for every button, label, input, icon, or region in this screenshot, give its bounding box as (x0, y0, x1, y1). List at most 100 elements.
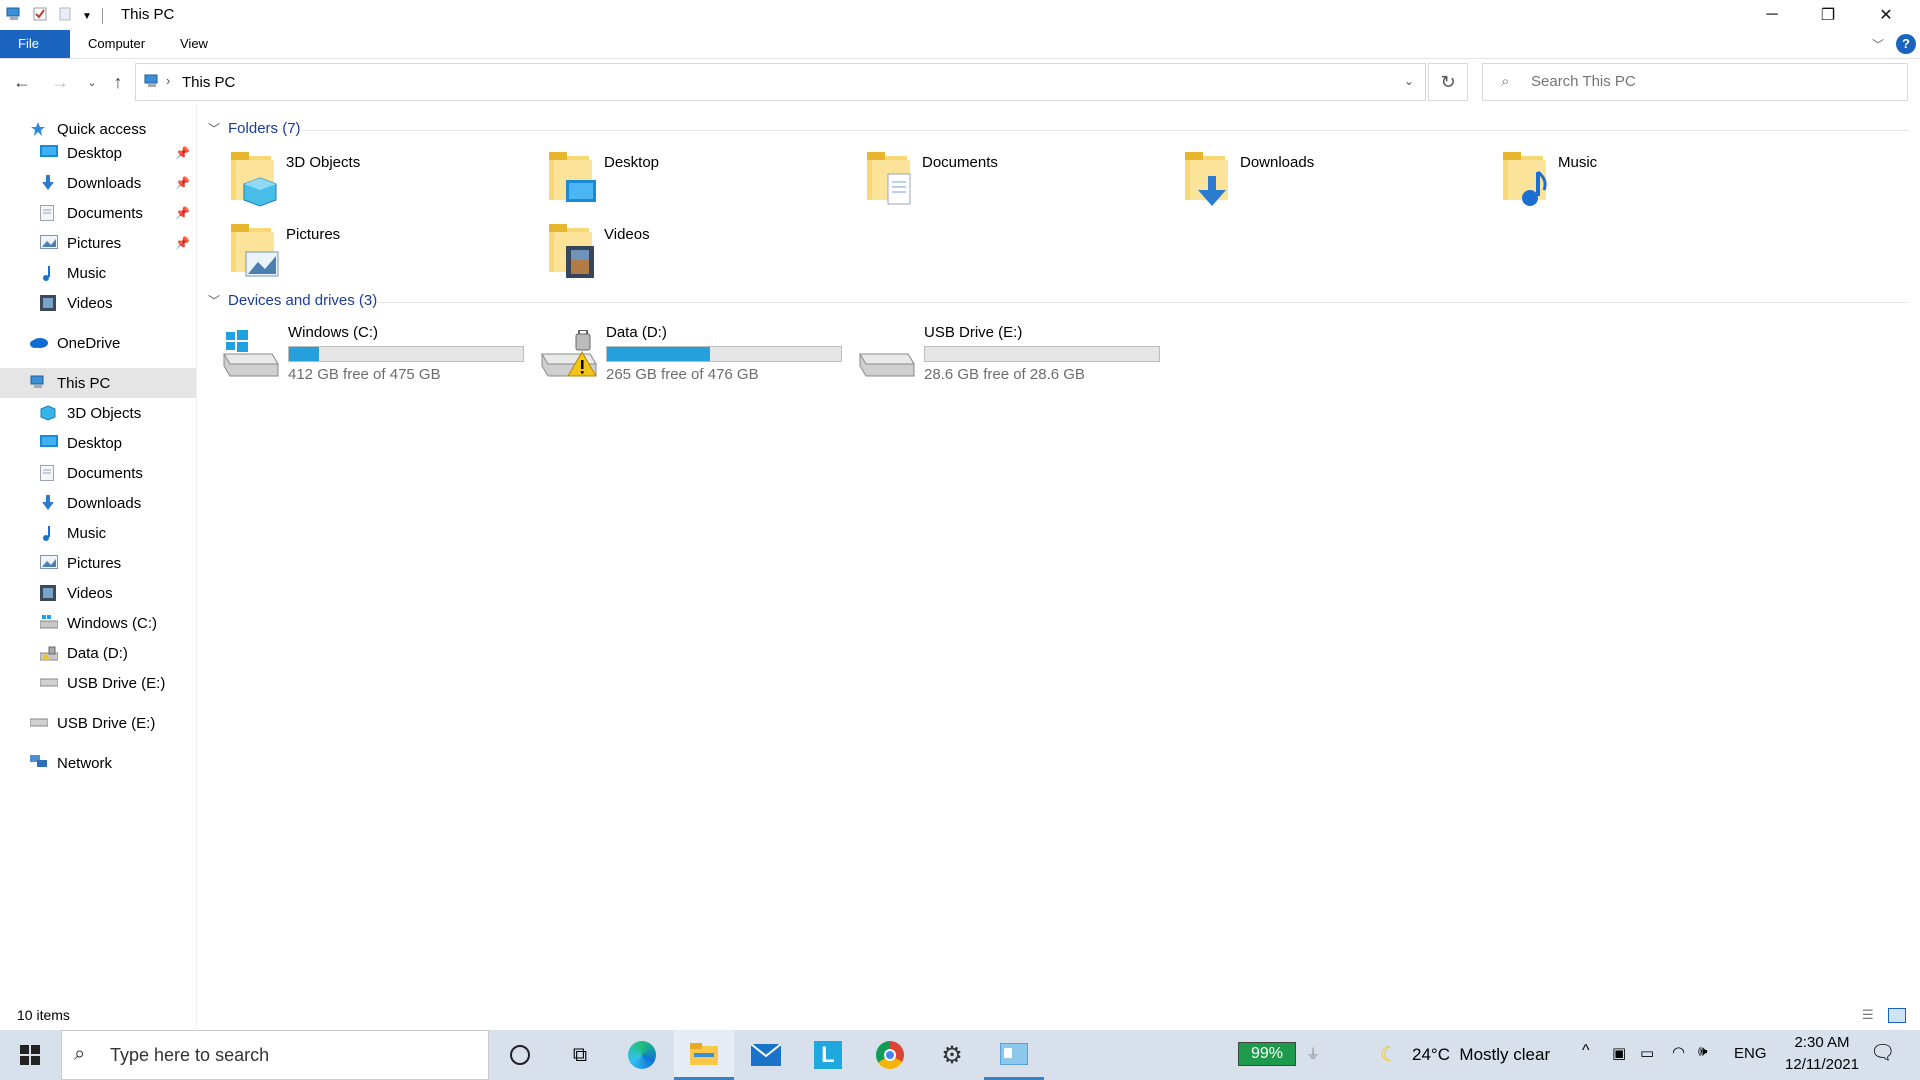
sidebar-item-pictures[interactable]: Pictures (0, 548, 196, 578)
settings-gear-icon[interactable]: ⚙ (922, 1030, 982, 1080)
drive-free-space: 265 GB free of 476 GB (606, 366, 759, 383)
recent-locations-icon[interactable]: ⌄ (80, 70, 104, 94)
minimize-button[interactable]: ─ (1744, 0, 1800, 30)
volume-icon[interactable]: 🕪 (1698, 1043, 1707, 1060)
weather-moon-icon[interactable]: ☾ (1380, 1042, 1398, 1067)
windows-drive-icon (222, 330, 279, 377)
details-view-icon[interactable]: ☰ (1862, 1007, 1874, 1023)
pane-divider[interactable] (196, 104, 197, 1029)
usb-drive-icon (858, 330, 915, 377)
sidebar-item-videos[interactable]: Videos (0, 578, 196, 608)
address-dropdown-icon[interactable]: ⌄ (1404, 74, 1414, 88)
folder-videos[interactable]: Videos (548, 222, 848, 282)
drive-name: Windows (C:) (288, 324, 379, 341)
up-arrow-icon[interactable]: ↑ (106, 70, 130, 94)
folder-downloads[interactable]: Downloads (1184, 150, 1484, 210)
new-folder-icon[interactable] (58, 6, 72, 26)
sidebar-item-videos[interactable]: Videos (0, 288, 196, 318)
pictures-icon (40, 555, 58, 571)
status-bar: 10 items ☰ (0, 1005, 1920, 1029)
sidebar-item-usb-drive-e[interactable]: USB Drive (E:) (0, 668, 196, 698)
weather-text[interactable]: 24°C Mostly clear (1412, 1045, 1550, 1065)
large-icons-view-icon[interactable] (1888, 1008, 1906, 1023)
search-box[interactable]: ⌕ (1482, 63, 1908, 101)
refresh-button[interactable]: ↻ (1428, 63, 1468, 101)
customize-qat-icon[interactable]: ▼ (82, 11, 92, 22)
sidebar-item-onedrive[interactable]: OneDrive (0, 328, 196, 358)
language-indicator[interactable]: ENG (1734, 1045, 1767, 1062)
sidebar-item-label: Network (57, 754, 113, 772)
notifications-icon[interactable]: 🗨 (1870, 1040, 1895, 1065)
close-button[interactable]: ✕ (1858, 0, 1914, 30)
tab-computer[interactable]: Computer (70, 30, 163, 58)
folder-music[interactable]: Music (1502, 150, 1802, 210)
address-bar[interactable]: › This PC ⌄ (135, 63, 1426, 101)
tab-file[interactable]: File (0, 30, 70, 58)
mail-icon[interactable] (736, 1030, 796, 1080)
wifi-icon[interactable]: ◠ (1672, 1043, 1685, 1061)
folder-3d-objects[interactable]: 3D Objects (230, 150, 530, 210)
folder-documents[interactable]: Documents (866, 150, 1166, 210)
sidebar-item-downloads[interactable]: Downloads 📌 (0, 168, 196, 198)
sidebar-item-music[interactable]: Music (0, 258, 196, 288)
sidebar-item-label: Videos (67, 294, 113, 312)
show-hidden-icons-icon[interactable]: ^ (1582, 1042, 1590, 1060)
edge-icon[interactable] (612, 1030, 672, 1080)
sidebar-item-pictures[interactable]: Pictures 📌 (0, 228, 196, 258)
restore-button[interactable]: ❐ (1800, 0, 1856, 30)
sidebar-item-data-d[interactable]: Data (D:) (0, 638, 196, 668)
sidebar-item-label: Videos (67, 584, 113, 602)
task-view-icon[interactable]: ⧉ (550, 1030, 610, 1080)
sidebar-item-usb-drive-e[interactable]: USB Drive (E:) (0, 708, 196, 738)
sidebar-item-label: Pictures (67, 234, 122, 252)
breadcrumb-chevron-icon[interactable]: › (166, 73, 170, 88)
sidebar-item-downloads[interactable]: Downloads (0, 488, 196, 518)
folder-pictures[interactable]: Pictures (230, 222, 530, 282)
drive-usage-bar (606, 346, 842, 362)
navigation-bar: ← → ⌄ ↑ › This PC ⌄ ↻ ⌕ (0, 62, 1920, 102)
sidebar-item-documents[interactable]: Documents 📌 (0, 198, 196, 228)
file-explorer-icon[interactable] (674, 1030, 734, 1080)
battery-percent[interactable]: 99% (1238, 1042, 1296, 1066)
sidebar-item-this-pc[interactable]: This PC (0, 368, 196, 398)
control-panel-icon[interactable] (984, 1030, 1044, 1080)
clock-time[interactable]: 2:30 AM (1782, 1034, 1862, 1051)
folder-name: Pictures (286, 226, 341, 243)
tab-view[interactable]: View (162, 30, 226, 58)
battery-icon[interactable]: ▭ (1640, 1044, 1654, 1062)
folders-group-header[interactable]: ﹀ Folders (7) (208, 120, 301, 137)
breadcrumb[interactable]: This PC (182, 74, 235, 91)
sidebar-item-3d-objects[interactable]: 3D Objects (0, 398, 196, 428)
sidebar-item-desktop[interactable]: Desktop 📌 (0, 138, 196, 168)
meet-now-icon[interactable]: ▣ (1612, 1044, 1626, 1062)
this-pc-icon (6, 7, 22, 25)
cortana-icon[interactable] (490, 1030, 550, 1080)
search-input[interactable] (1529, 72, 1893, 91)
sidebar-item-label: Windows (C:) (67, 614, 158, 632)
clock-date[interactable]: 12/11/2021 (1772, 1056, 1872, 1073)
sidebar-item-windows-c[interactable]: Windows (C:) (0, 608, 196, 638)
folder-desktop[interactable]: Desktop (548, 150, 848, 210)
drive-usb-drive-e[interactable]: USB Drive (E:) 28.6 GB free of 28.6 GB (858, 322, 1168, 386)
drive-usage-bar (924, 346, 1160, 362)
chevron-down-icon: ﹀ (208, 122, 221, 136)
start-button[interactable] (0, 1030, 60, 1080)
expand-ribbon-icon[interactable]: ﹀ (1872, 36, 1884, 53)
back-arrow-icon[interactable]: ← (10, 70, 34, 94)
drives-group-header[interactable]: ﹀ Devices and drives (3) (208, 292, 377, 309)
navigation-pane: Quick access Desktop 📌 Downloads 📌 Documents 📌… (0, 120, 196, 1010)
taskbar-search[interactable]: ⌕ Type here to search (61, 1030, 489, 1080)
sidebar-item-network[interactable]: Network (0, 748, 196, 778)
drive-windows-c[interactable]: Windows (C:) 412 GB free of 475 GB (222, 322, 532, 386)
sidebar-item-desktop[interactable]: Desktop (0, 428, 196, 458)
l-app-icon[interactable]: L (798, 1030, 858, 1080)
sidebar-item-music[interactable]: Music (0, 518, 196, 548)
forward-arrow-icon[interactable]: → (48, 70, 72, 94)
properties-icon[interactable] (32, 6, 48, 26)
sidebar-item-documents[interactable]: Documents (0, 458, 196, 488)
help-icon[interactable]: ? (1896, 34, 1916, 54)
usb-drive-icon (29, 715, 49, 731)
taskbar: ⌕ Type here to search ⧉ L ⚙ 99% ⏚ ☾ 24°C… (0, 1030, 1920, 1080)
chrome-icon[interactable] (860, 1030, 920, 1080)
drive-data-d[interactable]: Data (D:) 265 GB free of 476 GB (540, 322, 850, 386)
